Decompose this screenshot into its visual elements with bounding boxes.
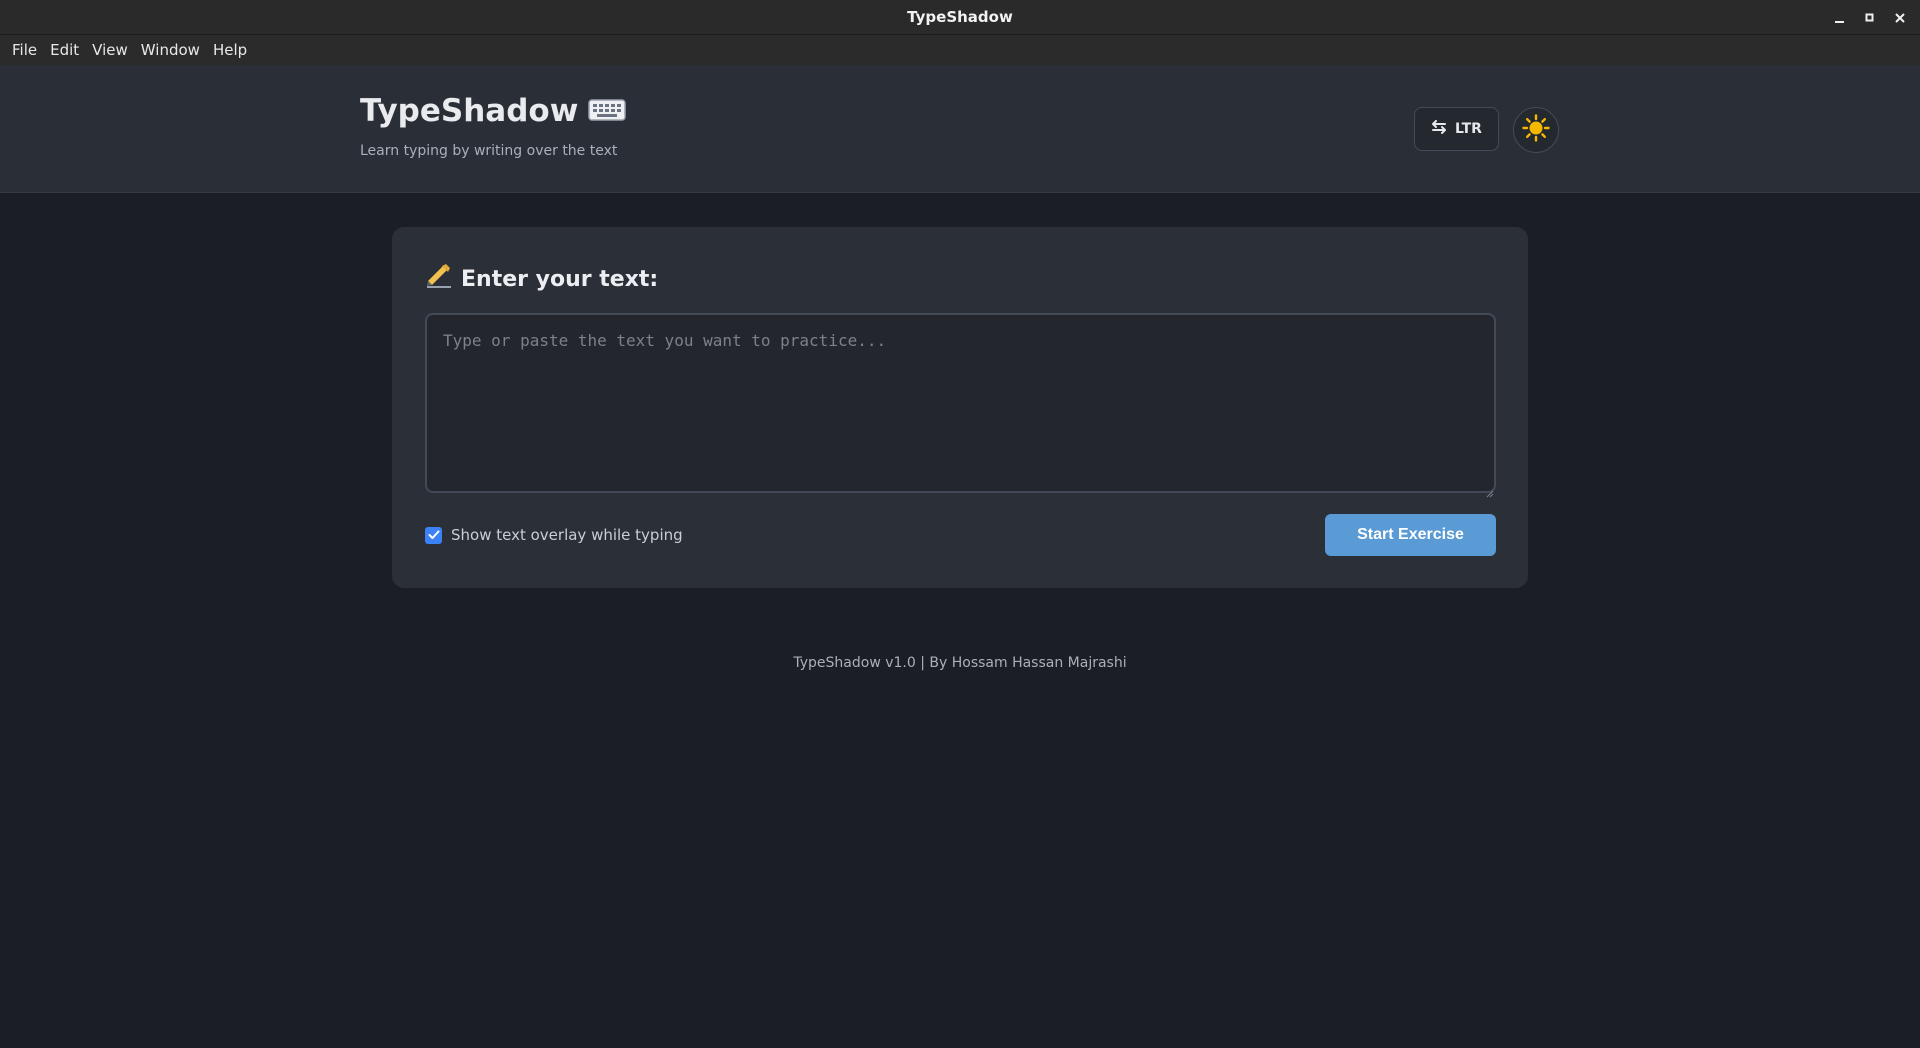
brand: TypeShadow Learn typing by writing over … xyxy=(360,93,627,159)
menu-view[interactable]: View xyxy=(86,41,134,59)
keyboard-icon xyxy=(588,93,627,129)
text-direction-label: LTR xyxy=(1455,121,1482,137)
start-exercise-button[interactable]: Start Exercise xyxy=(1325,514,1496,556)
window-titlebar: TypeShadow xyxy=(0,0,1920,35)
overlay-label: Show text overlay while typing xyxy=(451,526,683,544)
app-title: TypeShadow xyxy=(360,93,627,129)
overlay-option[interactable]: Show text overlay while typing xyxy=(425,526,683,544)
app-subtitle: Learn typing by writing over the text xyxy=(360,143,618,159)
sun-icon xyxy=(1522,114,1550,146)
menu-file[interactable]: File xyxy=(6,41,43,59)
text-input-card: Enter your text: Show text overlay while… xyxy=(392,227,1528,588)
menu-help[interactable]: Help xyxy=(207,41,253,59)
theme-toggle-button[interactable] xyxy=(1513,107,1559,153)
card-title: Enter your text: xyxy=(425,263,658,295)
footer-text: TypeShadow v1.0 | By Hossam Hassan Majra… xyxy=(793,655,1127,671)
maximize-icon[interactable] xyxy=(1860,8,1880,28)
app-header: TypeShadow Learn typing by writing over … xyxy=(0,65,1920,193)
overlay-checkbox[interactable] xyxy=(425,526,442,544)
app-title-text: TypeShadow xyxy=(360,93,579,129)
window-title: TypeShadow xyxy=(907,8,1013,26)
close-icon[interactable] xyxy=(1890,8,1910,28)
practice-text-input[interactable] xyxy=(425,313,1496,493)
minimize-icon[interactable] xyxy=(1830,8,1850,28)
writing-hand-icon xyxy=(425,263,453,295)
menu-bar: File Edit View Window Help xyxy=(0,35,1920,65)
text-direction-button[interactable]: LTR xyxy=(1414,107,1499,151)
swap-arrows-icon xyxy=(1431,120,1447,138)
resize-grip-icon[interactable] xyxy=(1486,483,1494,498)
menu-window[interactable]: Window xyxy=(135,41,206,59)
card-title-text: Enter your text: xyxy=(461,266,659,292)
window-controls xyxy=(1830,0,1910,35)
menu-edit[interactable]: Edit xyxy=(44,41,85,59)
